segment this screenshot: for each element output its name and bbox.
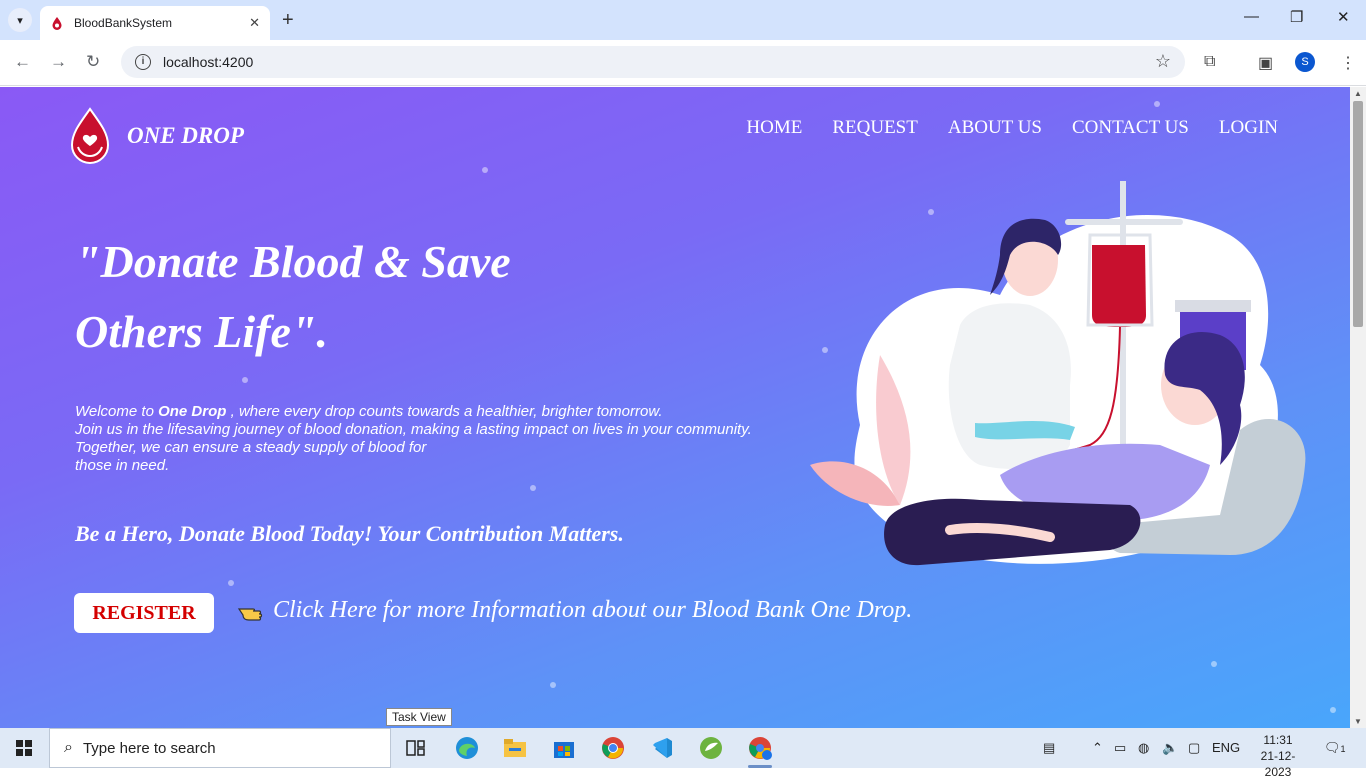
taskbar-search-box[interactable]: ⌕ Type here to search (49, 728, 391, 768)
site-info-icon[interactable]: i (135, 54, 151, 70)
news-widget-icon[interactable]: ▤ (1043, 740, 1055, 756)
browser-tab[interactable]: BloodBankSystem ✕ (40, 6, 270, 40)
meet-now-icon[interactable]: ▢ (1188, 740, 1200, 756)
search-icon: ⌕ (64, 739, 73, 756)
spring-tool-icon[interactable] (696, 734, 726, 762)
browser-toolbar: ← → ↻ i localhost:4200 ☆ ⧉ ▣ S ⋮ (0, 40, 1366, 86)
one-drop-logo-icon (70, 107, 110, 164)
side-panel-icon[interactable]: ▣ (1258, 53, 1273, 73)
url-text[interactable]: localhost:4200 (163, 54, 253, 70)
windows-start-icon[interactable] (16, 740, 32, 756)
window-close-icon[interactable]: ✕ (1337, 8, 1350, 26)
hero-tagline: Be a Hero, Donate Blood Today! Your Cont… (75, 521, 624, 546)
decor-dot (530, 485, 536, 491)
address-bar[interactable]: i localhost:4200 ☆ (121, 46, 1185, 78)
main-nav: HOME REQUEST ABOUT US CONTACT US LOGIN (746, 117, 1278, 139)
tab-title: BloodBankSystem (74, 16, 173, 30)
blood-donation-illustration (810, 181, 1306, 566)
task-view-tooltip: Task View (386, 708, 452, 726)
show-hidden-icons-chevron-icon[interactable]: ⌃ (1092, 740, 1103, 756)
task-view-icon[interactable] (401, 734, 431, 762)
chrome-icon[interactable] (598, 734, 628, 762)
welcome-line-2: Join us in the lifesaving journey of blo… (75, 421, 752, 438)
volume-icon[interactable]: 🔈 (1162, 740, 1178, 756)
file-explorer-icon[interactable] (500, 734, 530, 762)
battery-icon[interactable]: ▭ (1114, 740, 1126, 756)
pointing-hand-icon (237, 608, 263, 621)
notification-count: 1 (1340, 744, 1346, 754)
nav-contact-us[interactable]: CONTACT US (1072, 117, 1189, 139)
network-globe-icon[interactable]: ◍ (1138, 740, 1149, 756)
bookmark-star-icon[interactable]: ☆ (1155, 51, 1171, 72)
decor-dot (1154, 101, 1160, 107)
taskbar-search-placeholder: Type here to search (82, 739, 216, 757)
language-indicator[interactable]: ENG (1212, 740, 1240, 755)
microsoft-store-icon[interactable] (549, 734, 579, 762)
notifications-icon[interactable]: 🗨1 (1324, 740, 1346, 756)
headline-line-2: Others Life". (75, 306, 328, 357)
decor-dot (482, 167, 488, 173)
scroll-down-arrow-icon[interactable]: ▼ (1354, 717, 1362, 726)
register-button[interactable]: REGISTER (74, 593, 214, 633)
clock-time: 11:31 (1263, 733, 1293, 747)
new-tab-plus-icon[interactable]: + (282, 9, 294, 32)
web-page: ONE DROP HOME REQUEST ABOUT US CONTACT U… (0, 87, 1350, 728)
welcome-line-3: Together, we can ensure a steady supply … (75, 439, 427, 456)
extensions-puzzle-icon[interactable]: ⧉ (1204, 53, 1215, 71)
menu-kebab-icon[interactable]: ⋮ (1340, 53, 1356, 73)
nav-login[interactable]: LOGIN (1219, 117, 1278, 139)
tab-search-chevron-icon[interactable]: ▾ (8, 8, 32, 32)
decor-dot (550, 682, 556, 688)
edge-browser-icon[interactable] (452, 734, 482, 762)
welcome-brand: One Drop (158, 403, 227, 420)
more-info-link[interactable]: Click Here for more Information about ou… (273, 597, 912, 624)
welcome-text: Welcome to One Drop , where every drop c… (75, 403, 752, 475)
browser-tabbar: ▾ BloodBankSystem ✕ + — ❐ ✕ (0, 0, 1366, 40)
scroll-up-arrow-icon[interactable]: ▲ (1354, 89, 1362, 98)
restore-icon[interactable]: ❐ (1290, 8, 1303, 26)
decor-dot (242, 377, 248, 383)
decor-dot (1211, 661, 1217, 667)
decor-dot (1330, 707, 1336, 713)
minimize-icon[interactable]: — (1244, 8, 1259, 25)
decor-dot (228, 580, 234, 586)
reload-icon[interactable]: ↻ (86, 52, 100, 72)
tab-close-icon[interactable]: ✕ (249, 15, 260, 31)
headline-line-1: "Donate Blood & Save (75, 236, 511, 287)
blood-drop-favicon-icon (52, 17, 62, 30)
nav-request[interactable]: REQUEST (832, 117, 918, 139)
clock[interactable]: 11:31 21-12-2023 (1248, 732, 1308, 780)
back-arrow-icon[interactable]: ← (14, 52, 31, 72)
page-scrollbar[interactable]: ▲ ▼ (1350, 87, 1366, 728)
profile-avatar[interactable]: S (1295, 52, 1315, 72)
hero-headline: "Donate Blood & Save Others Life". (75, 227, 635, 367)
windows-taskbar: ⌕ Type here to search ▤ ⌃ ▭ ◍ 🔈 ▢ ENG 11… (0, 728, 1366, 779)
forward-arrow-icon[interactable]: → (50, 52, 67, 72)
scrollbar-thumb[interactable] (1353, 101, 1363, 327)
welcome-prefix: Welcome to (75, 403, 159, 420)
nav-home[interactable]: HOME (746, 117, 802, 139)
welcome-line-4: those in need. (75, 457, 170, 474)
clock-date: 21-12-2023 (1260, 749, 1296, 779)
brand-name[interactable]: ONE DROP (127, 123, 244, 149)
vscode-icon[interactable] (647, 734, 677, 762)
welcome-suffix: , where every drop counts towards a heal… (226, 403, 663, 420)
chrome-profile-icon[interactable] (745, 734, 775, 768)
nav-about-us[interactable]: ABOUT US (948, 117, 1042, 139)
